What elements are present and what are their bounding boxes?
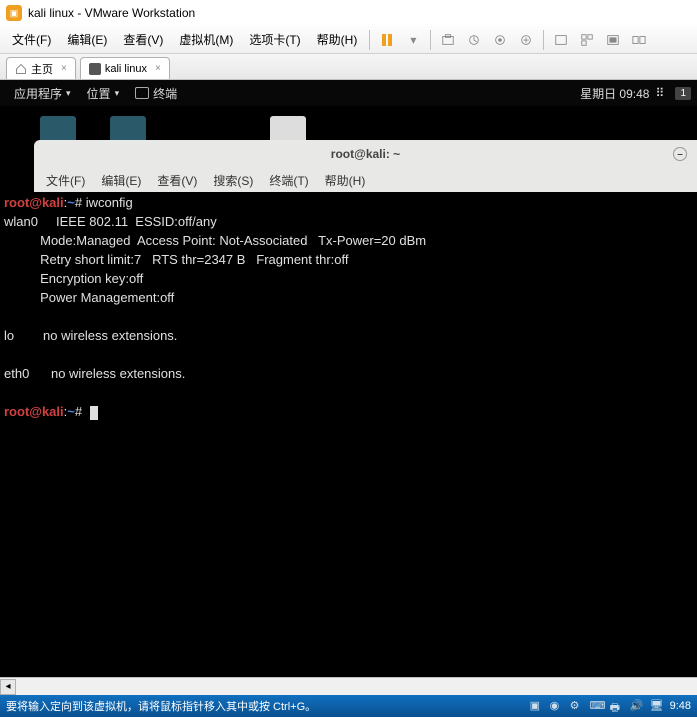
term-menu-help[interactable]: 帮助(H) <box>317 172 374 189</box>
unity-button[interactable] <box>577 30 597 50</box>
terminal-menubar: 文件(F) 编辑(E) 查看(V) 搜索(S) 终端(T) 帮助(H) <box>34 168 697 192</box>
stretch-button[interactable] <box>629 30 649 50</box>
device-icon[interactable]: 🖥 <box>650 699 664 713</box>
workspace-indicator[interactable]: 1 <box>675 87 691 100</box>
pause-button[interactable] <box>377 30 397 50</box>
device-icon[interactable]: ◉ <box>550 699 564 713</box>
dropdown-icon[interactable]: ▾ <box>403 30 423 50</box>
kali-top-panel: 应用程序▾ 位置▾ 终端 星期日 09:48 ⠿ 1 <box>0 80 697 106</box>
terminal-window: root@kali: ~ – 文件(F) 编辑(E) 查看(V) 搜索(S) 终… <box>34 140 697 192</box>
fullscreen-button[interactable] <box>551 30 571 50</box>
terminal-title: root@kali: ~ <box>331 147 400 161</box>
device-icon[interactable]: ⌨ <box>590 699 604 713</box>
terminal-titlebar[interactable]: root@kali: ~ – <box>34 140 697 168</box>
panel-terminal[interactable]: 终端 <box>127 85 185 102</box>
term-menu-terminal[interactable]: 终端(T) <box>261 172 316 189</box>
device-icon[interactable]: ⚙ <box>570 699 584 713</box>
separator <box>369 30 370 50</box>
vmware-icon: ▣ <box>6 5 22 21</box>
device-icon[interactable]: 🔊 <box>630 699 644 713</box>
tab-home-label: 主页 <box>31 61 53 77</box>
panel-clock[interactable]: 星期日 09:48 <box>580 85 649 102</box>
menu-help[interactable]: 帮助(H) <box>309 27 366 52</box>
term-menu-edit[interactable]: 编辑(E) <box>93 172 149 189</box>
term-menu-search[interactable]: 搜索(S) <box>205 172 261 189</box>
term-menu-view[interactable]: 查看(V) <box>149 172 205 189</box>
statusbar: 要将输入定向到该虚拟机，请将鼠标指针移入其中或按 Ctrl+G。 ▣ ◉ ⚙ ⌨… <box>0 695 697 717</box>
panel-tray-icon[interactable]: ⠿ <box>655 86 669 100</box>
console-button[interactable] <box>603 30 623 50</box>
close-icon[interactable]: × <box>155 63 161 74</box>
separator <box>543 30 544 50</box>
menubar: 文件(F) 编辑(E) 查看(V) 虚拟机(M) 选项卡(T) 帮助(H) ▾ <box>0 26 697 54</box>
panel-applications[interactable]: 应用程序▾ <box>6 85 79 102</box>
menu-view[interactable]: 查看(V) <box>115 27 171 52</box>
close-icon[interactable]: × <box>61 63 67 74</box>
snapshot-take-button[interactable] <box>516 30 536 50</box>
snapshot-button[interactable] <box>438 30 458 50</box>
terminal-output[interactable]: root@kali:~# iwconfig wlan0 IEEE 802.11 … <box>0 192 697 677</box>
vm-display[interactable]: 应用程序▾ 位置▾ 终端 星期日 09:48 ⠿ 1 2.py txt root… <box>0 80 697 677</box>
revert-button[interactable] <box>490 30 510 50</box>
kali-icon <box>89 63 101 75</box>
tab-kali-label: kali linux <box>105 63 147 75</box>
menu-file[interactable]: 文件(F) <box>4 27 59 52</box>
window-titlebar: ▣ kali linux - VMware Workstation <box>0 0 697 26</box>
panel-places[interactable]: 位置▾ <box>79 85 128 102</box>
window-title: kali linux - VMware Workstation <box>28 6 195 20</box>
scroll-left-button[interactable]: ◂ <box>0 679 16 695</box>
status-clock: 9:48 <box>670 700 691 712</box>
home-icon <box>15 63 27 75</box>
menu-vm[interactable]: 虚拟机(M) <box>171 27 241 52</box>
tabbar: 主页 × kali linux × <box>0 54 697 80</box>
menu-tabs[interactable]: 选项卡(T) <box>241 27 308 52</box>
snapshot-manager-button[interactable] <box>464 30 484 50</box>
tab-home[interactable]: 主页 × <box>6 57 76 79</box>
cursor <box>90 406 98 420</box>
menu-edit[interactable]: 编辑(E) <box>59 27 115 52</box>
minimize-button[interactable]: – <box>673 147 687 161</box>
horizontal-scrollbar[interactable]: ◂ <box>0 677 697 695</box>
terminal-icon <box>135 87 149 99</box>
status-hint: 要将输入定向到该虚拟机，请将鼠标指针移入其中或按 Ctrl+G。 <box>6 698 316 714</box>
term-menu-file[interactable]: 文件(F) <box>38 172 93 189</box>
device-icon[interactable]: 🖶 <box>610 699 624 713</box>
separator <box>430 30 431 50</box>
tab-kali[interactable]: kali linux × <box>80 57 170 79</box>
device-icon[interactable]: ▣ <box>530 699 544 713</box>
